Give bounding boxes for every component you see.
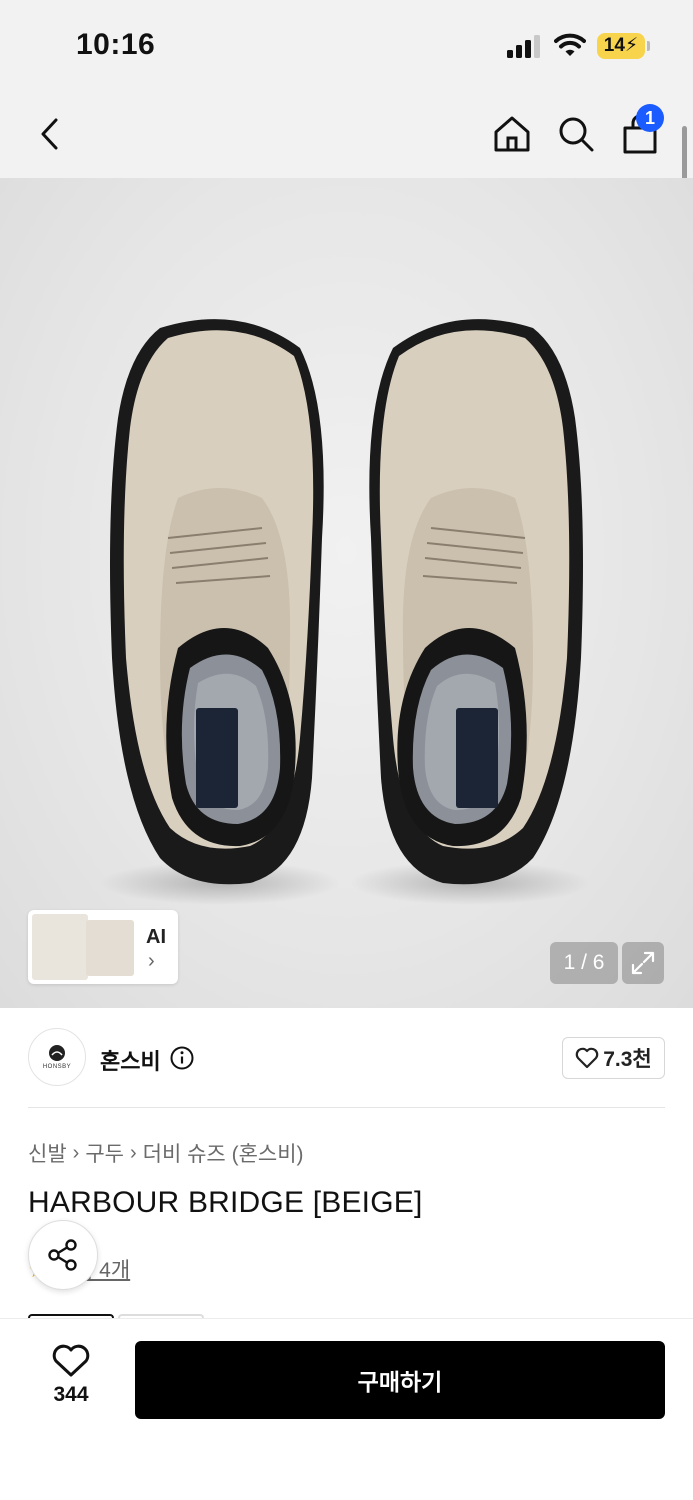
wishlist-button[interactable]: 344 bbox=[30, 1343, 112, 1427]
section-divider bbox=[28, 1107, 665, 1108]
ai-thumbnail-1 bbox=[32, 914, 88, 980]
share-button[interactable] bbox=[28, 1220, 98, 1290]
breadcrumb-item[interactable]: 더비 슈즈 (혼스비) bbox=[143, 1138, 304, 1168]
brand-like-count: 7.3천 bbox=[603, 1048, 652, 1071]
chevron-right-icon: › bbox=[129, 1141, 137, 1164]
status-time: 10:16 bbox=[76, 28, 156, 61]
ai-label: AI bbox=[146, 926, 166, 948]
product-image-gallery[interactable]: AI › 1 / 6 bbox=[0, 178, 693, 1008]
battery-indicator: 14⚡ bbox=[597, 33, 645, 59]
breadcrumb-item[interactable]: 구두 bbox=[85, 1138, 124, 1168]
ai-thumbnail-2 bbox=[86, 920, 134, 976]
product-photo-shoes bbox=[100, 319, 590, 905]
heart-icon bbox=[575, 1047, 599, 1069]
cart-count-badge: 1 bbox=[636, 104, 664, 132]
product-title: HARBOUR BRIDGE [BEIGE] bbox=[28, 1186, 423, 1219]
breadcrumb: 신발 › 구두 › 더비 슈즈 (혼스비) bbox=[28, 1139, 304, 1167]
search-icon bbox=[559, 117, 594, 152]
brand-logo-mark bbox=[49, 1045, 65, 1061]
battery-level: 14 bbox=[603, 35, 625, 56]
image-counter: 1 / 6 bbox=[550, 942, 618, 984]
home-button[interactable] bbox=[488, 110, 536, 158]
bottom-action-bar: 344 구매하기 bbox=[0, 1318, 693, 1500]
home-icon bbox=[494, 116, 530, 152]
brand-like-button[interactable]: 7.3천 bbox=[562, 1037, 665, 1079]
back-button[interactable] bbox=[26, 110, 74, 158]
battery-tip bbox=[647, 41, 650, 51]
expand-image-button[interactable] bbox=[622, 942, 664, 984]
chevron-left-icon bbox=[41, 118, 58, 150]
heart-icon bbox=[52, 1344, 90, 1377]
status-bar: 10:16 14⚡ bbox=[0, 0, 693, 92]
wishlist-count: 344 bbox=[53, 1383, 89, 1406]
cellular-signal-icon bbox=[507, 35, 540, 58]
left-shoe bbox=[100, 319, 340, 905]
product-detail-screen: 10:16 14⚡ 1 AI › 1 / 6 HONSBY 혼스비 7.3천 신… bbox=[0, 0, 693, 1500]
info-icon[interactable] bbox=[170, 1046, 194, 1070]
brand-logo[interactable]: HONSBY bbox=[28, 1028, 86, 1086]
chevron-right-icon: › bbox=[72, 1141, 80, 1164]
wifi-icon bbox=[554, 33, 586, 56]
chevron-right-icon: › bbox=[148, 950, 155, 972]
brand-name[interactable]: 혼스비 bbox=[100, 1044, 161, 1076]
brand-row: HONSBY 혼스비 7.3천 bbox=[0, 1008, 693, 1108]
brand-logo-text: HONSBY bbox=[42, 1064, 72, 1070]
ai-style-chip[interactable]: AI › bbox=[28, 910, 178, 984]
expand-icon bbox=[631, 951, 655, 975]
breadcrumb-item[interactable]: 신발 bbox=[28, 1138, 67, 1168]
search-button[interactable] bbox=[552, 110, 600, 158]
buy-button[interactable]: 구매하기 bbox=[135, 1341, 665, 1419]
top-navigation bbox=[0, 92, 693, 178]
share-icon bbox=[48, 1239, 77, 1271]
right-shoe bbox=[350, 319, 590, 905]
